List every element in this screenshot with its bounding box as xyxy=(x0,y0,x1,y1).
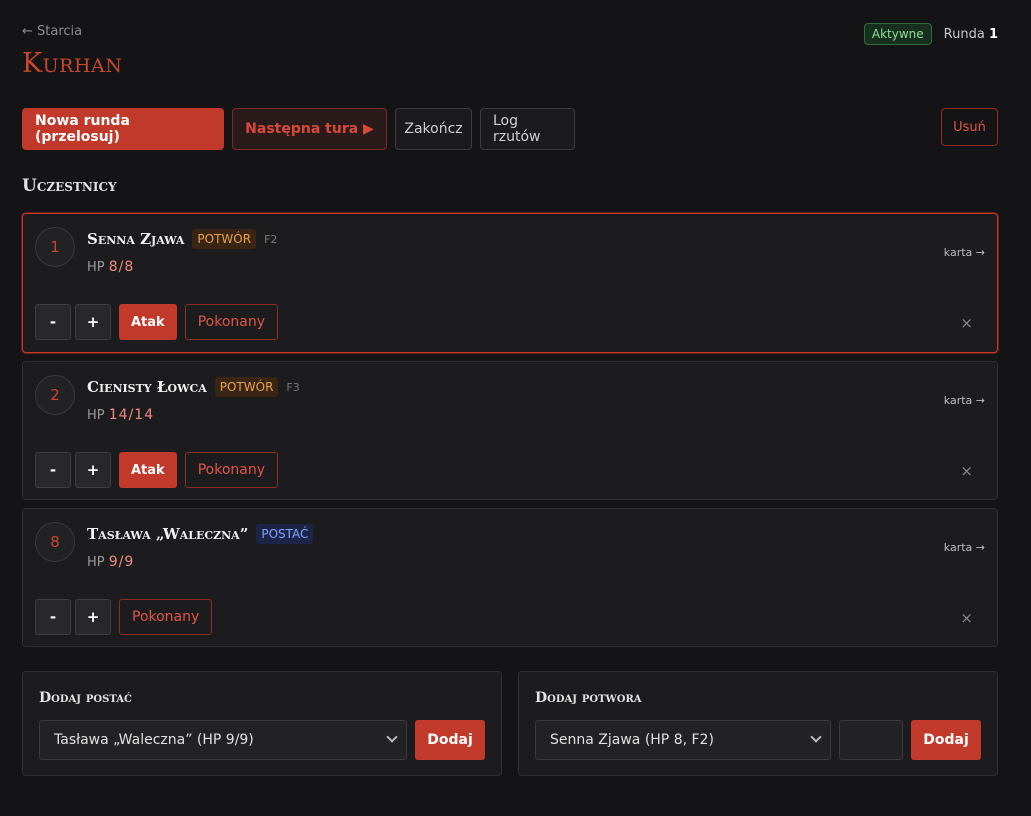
participant-header: Cienisty Łowca POTWÓR F3 xyxy=(87,377,300,397)
finish-button[interactable]: Zakończ xyxy=(395,108,472,150)
participant-actions: - + Atak Pokonany xyxy=(35,304,278,340)
hp-decrease-button[interactable]: - xyxy=(35,599,71,635)
hp-label: HP xyxy=(87,260,105,275)
attack-button[interactable]: Atak xyxy=(119,452,177,488)
next-turn-button[interactable]: Następna tura ▶ xyxy=(232,108,387,150)
character-select-value: Tasława „Waleczna” (HP 9/9) xyxy=(54,732,254,748)
round-indicator: Runda 1 xyxy=(944,27,998,42)
monster-select-value: Senna Zjawa (HP 8, F2) xyxy=(550,732,714,748)
hp-increase-button[interactable]: + xyxy=(75,304,111,340)
card-link[interactable]: karta → xyxy=(944,541,985,554)
remove-participant-icon[interactable]: × xyxy=(960,609,973,627)
defeated-button[interactable]: Pokonany xyxy=(184,452,278,488)
page-title: Kurhan xyxy=(22,48,123,79)
participant-actions: - + Pokonany xyxy=(35,599,213,635)
round-number: 1 xyxy=(988,26,998,42)
participant-name: Senna Zjawa xyxy=(87,230,185,248)
remove-participant-icon[interactable]: × xyxy=(960,462,973,480)
add-monster-panel: Dodaj potwora Senna Zjawa (HP 8, F2) Dod… xyxy=(518,671,998,776)
remove-participant-icon[interactable]: × xyxy=(960,314,973,332)
back-link[interactable]: ← Starcia xyxy=(22,24,82,39)
hp-display: HP 14/14 xyxy=(87,407,154,423)
add-character-button[interactable]: Dodaj xyxy=(415,720,485,760)
initiative-badge: 2 xyxy=(35,375,75,415)
participant-header: Tasława „Waleczna” POSTAĆ xyxy=(87,524,314,544)
participants-heading: Uczestnicy xyxy=(22,176,117,196)
new-round-button[interactable]: Nowa runda (przelosuj) xyxy=(22,108,224,150)
round-label: Runda xyxy=(943,26,985,42)
character-tag: POSTAĆ xyxy=(256,524,314,544)
attack-button[interactable]: Atak xyxy=(119,304,177,340)
chevron-down-icon xyxy=(386,731,398,743)
participant-card: 1 Senna Zjawa POTWÓR F2 HP 8/8 karta → -… xyxy=(22,213,998,353)
participant-header: Senna Zjawa POTWÓR F2 xyxy=(87,229,277,249)
card-link[interactable]: karta → xyxy=(944,394,985,407)
add-monster-heading: Dodaj potwora xyxy=(535,690,642,706)
participant-name: Tasława „Waleczna” xyxy=(87,525,249,543)
hp-increase-button[interactable]: + xyxy=(75,452,111,488)
roll-log-button[interactable]: Log rzutów xyxy=(480,108,575,150)
participant-card: 2 Cienisty Łowca POTWÓR F3 HP 14/14 kart… xyxy=(22,361,998,500)
hp-display: HP 8/8 xyxy=(87,259,134,275)
participant-actions: - + Atak Pokonany xyxy=(35,452,278,488)
encounter-status: Aktywne Runda 1 xyxy=(863,23,998,45)
monster-tag: POTWÓR xyxy=(192,229,257,249)
chevron-down-icon xyxy=(810,731,822,743)
defeated-button[interactable]: Pokonany xyxy=(119,599,213,635)
participant-code: F2 xyxy=(264,232,278,246)
monster-select[interactable]: Senna Zjawa (HP 8, F2) xyxy=(535,720,831,760)
character-select[interactable]: Tasława „Waleczna” (HP 9/9) xyxy=(39,720,407,760)
hp-label: HP xyxy=(87,555,105,570)
monster-tag: POTWÓR xyxy=(214,377,279,397)
add-character-panel: Dodaj postać Tasława „Waleczna” (HP 9/9)… xyxy=(22,671,502,776)
add-monster-button[interactable]: Dodaj xyxy=(911,720,981,760)
add-character-heading: Dodaj postać xyxy=(39,690,132,706)
toolbar: Nowa runda (przelosuj) Następna tura ▶ Z… xyxy=(22,108,575,150)
card-link[interactable]: karta → xyxy=(944,246,985,259)
monster-count-input[interactable] xyxy=(839,720,903,760)
delete-encounter-button[interactable]: Usuń xyxy=(941,108,998,146)
participant-code: F3 xyxy=(286,380,300,394)
initiative-badge: 1 xyxy=(35,227,75,267)
defeated-button[interactable]: Pokonany xyxy=(184,304,278,340)
hp-value: 14/14 xyxy=(108,407,155,423)
initiative-badge: 8 xyxy=(35,522,75,562)
participant-card: 8 Tasława „Waleczna” POSTAĆ HP 9/9 karta… xyxy=(22,508,998,647)
hp-value: 8/8 xyxy=(108,259,135,275)
hp-label: HP xyxy=(87,408,105,423)
status-badge: Aktywne xyxy=(863,23,932,45)
hp-display: HP 9/9 xyxy=(87,554,134,570)
hp-decrease-button[interactable]: - xyxy=(35,304,71,340)
hp-increase-button[interactable]: + xyxy=(75,599,111,635)
hp-value: 9/9 xyxy=(108,554,135,570)
participant-name: Cienisty Łowca xyxy=(87,378,207,396)
hp-decrease-button[interactable]: - xyxy=(35,452,71,488)
